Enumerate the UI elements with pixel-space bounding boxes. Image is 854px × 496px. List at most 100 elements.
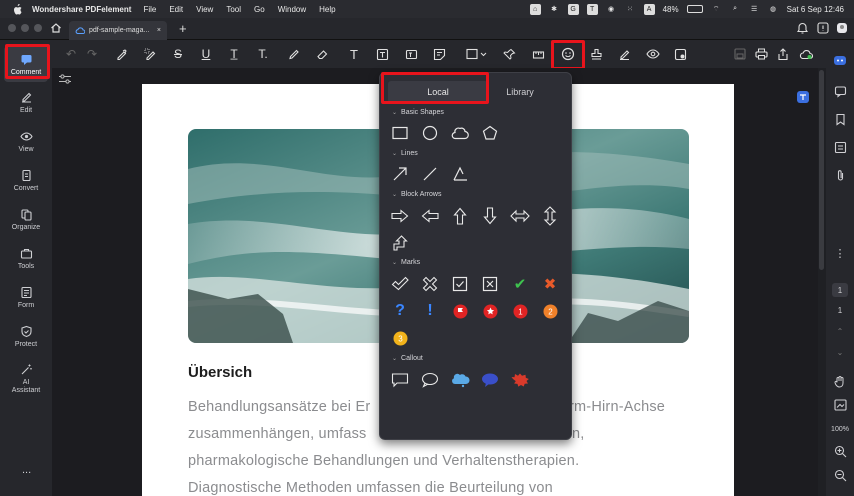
area-highlight-icon[interactable] — [141, 45, 159, 63]
section-callout[interactable]: ⌄ Callout — [392, 355, 423, 362]
status-g-icon[interactable]: G — [567, 3, 579, 15]
menu-go[interactable]: Go — [254, 5, 265, 14]
stamp-icon[interactable] — [587, 45, 605, 63]
blue-cloud-callout[interactable] — [450, 370, 470, 390]
cloud-shape[interactable] — [450, 123, 470, 143]
sidebar-item-edit[interactable]: Edit — [4, 84, 48, 120]
sidebar-item-view[interactable]: View — [4, 123, 48, 159]
typewriter-icon[interactable]: T — [345, 45, 363, 63]
rectangle-callout[interactable] — [390, 370, 410, 390]
navy-oval-callout[interactable] — [480, 370, 500, 390]
exclamation-mark[interactable]: ! — [420, 301, 440, 321]
notification-bell-icon[interactable] — [797, 22, 808, 34]
sidebar-item-protect[interactable]: Protect — [4, 318, 48, 354]
status-circle-icon[interactable]: ◉ — [606, 4, 617, 15]
page-down-icon[interactable]: ⌄ — [833, 345, 847, 359]
status-t-icon[interactable]: T — [586, 3, 598, 15]
question-mark[interactable]: ? — [390, 301, 410, 321]
measure-icon[interactable] — [529, 45, 547, 63]
window-zoom-button[interactable] — [34, 24, 42, 32]
text-replace-icon[interactable]: T. — [254, 45, 272, 63]
control-center-icon[interactable]: ☰ — [749, 4, 760, 15]
menu-help[interactable]: Help — [319, 5, 335, 14]
pencil-icon[interactable] — [284, 45, 302, 63]
pentagon-shape[interactable] — [480, 123, 500, 143]
green-check-mark[interactable]: ✔ — [510, 274, 530, 294]
sidebar-item-form[interactable]: Form — [4, 279, 48, 315]
clock[interactable]: Sat 6 Sep 12:46 — [787, 5, 844, 14]
status-dots-icon[interactable]: ⁙ — [625, 4, 636, 15]
share-icon[interactable] — [774, 45, 792, 63]
block-arrow-left-right[interactable] — [510, 206, 530, 226]
straight-line-shape[interactable] — [420, 164, 440, 184]
account-icon[interactable] — [836, 22, 848, 34]
search-icon[interactable]: ⌕ — [730, 4, 741, 15]
siri-icon[interactable]: ◍ — [768, 4, 779, 15]
number-two-badge[interactable]: 2 — [540, 301, 560, 321]
zoom-out-icon[interactable] — [833, 468, 847, 482]
oval-callout[interactable] — [420, 370, 440, 390]
window-close-button[interactable] — [8, 24, 16, 32]
window-minimize-button[interactable] — [21, 24, 29, 32]
section-marks[interactable]: ⌄ Marks — [392, 259, 420, 266]
underline-icon[interactable]: U — [197, 45, 215, 63]
block-arrow-left[interactable] — [420, 206, 440, 226]
sticky-note-icon[interactable] — [430, 45, 448, 63]
eraser-icon[interactable] — [313, 45, 331, 63]
comment-settings-icon[interactable] — [671, 45, 689, 63]
print-icon[interactable] — [752, 45, 770, 63]
block-arrow-bent-up[interactable] — [390, 233, 410, 253]
tab-library[interactable]: Library — [486, 81, 554, 103]
circle-shape[interactable] — [420, 123, 440, 143]
text-insert-icon[interactable]: T̲ — [225, 45, 243, 63]
checkmark-outline-mark[interactable] — [390, 274, 410, 294]
block-arrow-up-down[interactable] — [540, 206, 560, 226]
block-arrow-down[interactable] — [480, 206, 500, 226]
rectangle-shape[interactable] — [390, 123, 410, 143]
scroll-thumb[interactable] — [819, 70, 824, 270]
hide-comments-eye-icon[interactable] — [644, 45, 662, 63]
checkbox-checked-mark[interactable] — [450, 274, 470, 294]
polyline-shape[interactable] — [450, 164, 470, 184]
shape-dropdown[interactable] — [464, 45, 490, 63]
bluetooth-icon[interactable]: ✱ — [549, 4, 560, 15]
feedback-icon[interactable] — [817, 22, 829, 34]
save-icon[interactable] — [731, 45, 749, 63]
cloud-upload-icon[interactable] — [797, 45, 815, 63]
battery-icon[interactable] — [686, 5, 703, 13]
section-block-arrows[interactable]: ⌄ Block Arrows — [392, 191, 442, 198]
hand-tool-icon[interactable] — [833, 374, 847, 388]
comments-panel-icon[interactable] — [833, 84, 847, 98]
strikethrough-icon[interactable]: S — [169, 45, 187, 63]
zoom-in-icon[interactable] — [833, 444, 847, 458]
vertical-scrollbar[interactable] — [818, 68, 826, 496]
undo-icon[interactable]: ↶ — [62, 45, 80, 63]
tab-close-icon[interactable]: × — [157, 27, 161, 34]
ai-translate-icon[interactable] — [796, 90, 810, 104]
apple-icon[interactable] — [13, 3, 25, 15]
menu-file[interactable]: File — [143, 5, 156, 14]
redo-icon[interactable]: ↷ — [83, 45, 101, 63]
number-one-badge[interactable]: 1 — [510, 301, 530, 321]
block-arrow-right[interactable] — [390, 206, 410, 226]
home-icon[interactable] — [50, 22, 62, 34]
app-name[interactable]: Wondershare PDFelement — [32, 5, 131, 14]
document-tab[interactable]: pdf-sample-maga... × — [69, 21, 167, 40]
sidebar-item-tools[interactable]: Tools — [4, 240, 48, 276]
pin-icon[interactable] — [500, 45, 518, 63]
ai-chat-icon[interactable] — [833, 54, 847, 68]
red-burst-callout[interactable] — [510, 370, 530, 390]
red-cross-mark[interactable]: ✖ — [540, 274, 560, 294]
section-lines[interactable]: ⌄ Lines — [392, 150, 418, 157]
menu-edit[interactable]: Edit — [169, 5, 183, 14]
attachment-icon[interactable] — [833, 168, 847, 182]
menu-view[interactable]: View — [196, 5, 213, 14]
red-star-mark[interactable] — [480, 301, 500, 321]
callout-box-icon[interactable] — [402, 45, 420, 63]
sidebar-item-ai-assistant[interactable]: AI Assistant — [4, 358, 48, 400]
number-three-badge[interactable]: 3 — [390, 328, 410, 348]
signature-icon[interactable] — [615, 45, 633, 63]
highlighter-icon[interactable] — [112, 45, 130, 63]
bookmark-icon[interactable] — [833, 112, 847, 126]
filter-settings-icon[interactable] — [58, 73, 72, 85]
